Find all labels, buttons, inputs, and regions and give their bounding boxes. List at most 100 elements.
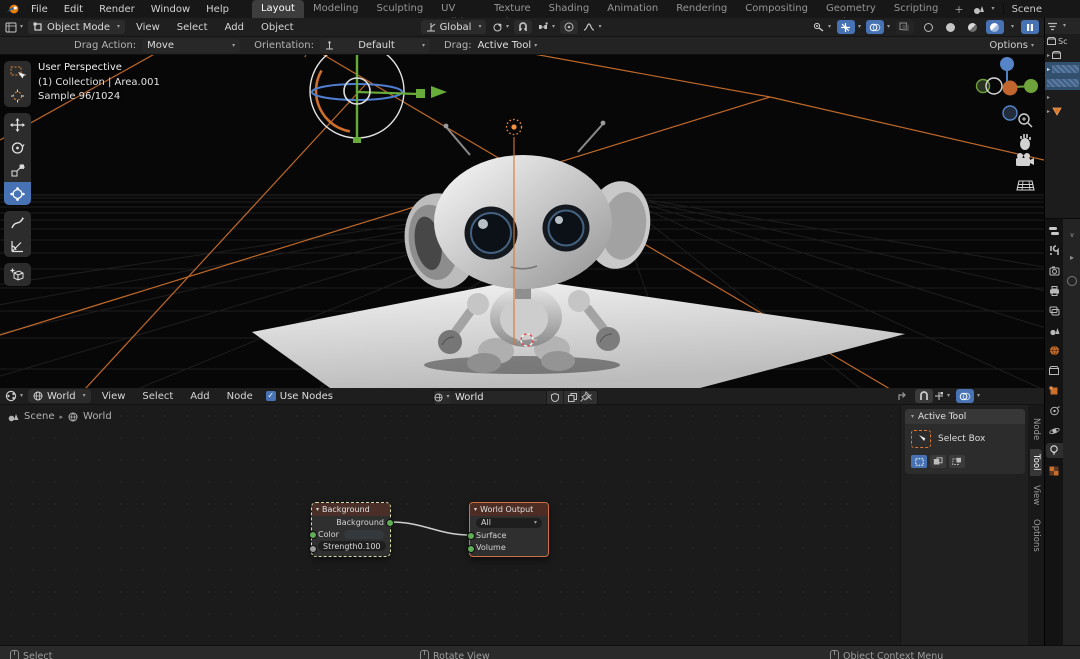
tool-transform[interactable] bbox=[4, 182, 31, 205]
tool-select-box[interactable] bbox=[4, 61, 31, 84]
sidebar-tab-view[interactable]: View bbox=[1030, 480, 1042, 510]
breadcrumb-world[interactable]: World bbox=[83, 411, 112, 422]
snap-pivot-dropdown[interactable] bbox=[491, 20, 509, 34]
tab-scripting[interactable]: Scripting bbox=[885, 0, 947, 18]
tab-layout[interactable]: Layout bbox=[252, 0, 304, 18]
properties-tab-tool[interactable] bbox=[1046, 243, 1063, 258]
snap-toggle-button[interactable] bbox=[514, 20, 532, 34]
properties-tab-world[interactable] bbox=[1046, 343, 1063, 358]
properties-tab-collection[interactable] bbox=[1046, 363, 1063, 378]
outliner-selected-row[interactable]: ▸ bbox=[1045, 62, 1080, 76]
select-box-tool-button[interactable] bbox=[911, 430, 931, 448]
properties-tab-constraints[interactable] bbox=[1046, 403, 1063, 418]
disclosure-triangle-icon[interactable]: ▸ bbox=[1047, 52, 1050, 59]
tab-modeling[interactable]: Modeling bbox=[304, 0, 368, 18]
properties-tab-texture[interactable] bbox=[1046, 463, 1063, 478]
outliner-light-row[interactable]: ▸ bbox=[1045, 104, 1080, 118]
properties-editor-type-button[interactable] bbox=[1046, 223, 1063, 238]
outliner-scene-collection-row[interactable]: Sc bbox=[1045, 34, 1080, 48]
tab-rendering[interactable]: Rendering bbox=[667, 0, 736, 18]
node-snap-toggle[interactable] bbox=[915, 389, 933, 403]
add-workspace-button[interactable]: + bbox=[947, 3, 970, 16]
viewport-menu-view[interactable]: View bbox=[130, 22, 166, 33]
properties-tab-object[interactable] bbox=[1046, 383, 1063, 398]
tab-sculpting[interactable]: Sculpting bbox=[367, 0, 432, 18]
go-to-parent-node-button[interactable] bbox=[893, 389, 911, 403]
collapse-icon[interactable] bbox=[316, 507, 319, 513]
node-snap-target-dropdown[interactable] bbox=[933, 389, 951, 403]
new-datablock-button[interactable] bbox=[563, 391, 580, 404]
tool-annotate[interactable] bbox=[4, 211, 31, 234]
shading-rendered-button[interactable] bbox=[986, 20, 1004, 34]
drag-action-dropdown[interactable]: Move bbox=[142, 39, 240, 53]
world-output-node[interactable]: World Output All Surface Volume bbox=[469, 502, 549, 557]
menu-file[interactable]: File bbox=[24, 2, 55, 17]
panel-item-icon[interactable] bbox=[1067, 276, 1077, 286]
properties-tab-output[interactable] bbox=[1046, 283, 1063, 298]
shader-menu-view[interactable]: View bbox=[96, 391, 132, 402]
show-gizmo-toggle[interactable] bbox=[837, 20, 855, 34]
tab-geometry-nodes[interactable]: Geometry Nodes bbox=[817, 0, 885, 18]
color-input-socket[interactable] bbox=[309, 531, 317, 539]
tool-add-cube[interactable] bbox=[4, 263, 31, 286]
tab-texture-paint[interactable]: Texture Paint bbox=[485, 0, 540, 18]
disclosure-triangle-icon[interactable]: ▸ bbox=[1047, 94, 1050, 101]
menu-help[interactable]: Help bbox=[199, 2, 236, 17]
viewport-menu-add[interactable]: Add bbox=[219, 22, 250, 33]
breadcrumb-scene[interactable]: Scene bbox=[24, 411, 55, 422]
active-tool-panel-header[interactable]: Active Tool bbox=[905, 409, 1025, 424]
use-nodes-checkbox[interactable]: ✓ Use Nodes bbox=[266, 391, 333, 402]
tool-measure[interactable] bbox=[4, 234, 31, 257]
shading-solid-button[interactable] bbox=[942, 20, 960, 34]
datablock-browse-button[interactable] bbox=[434, 391, 450, 404]
orientation-dropdown[interactable]: Default bbox=[320, 39, 430, 53]
select-mode-extend[interactable] bbox=[930, 455, 946, 468]
show-overlays-toggle[interactable] bbox=[866, 20, 884, 34]
surface-input-socket[interactable] bbox=[467, 532, 475, 540]
viewport-3d[interactable]: User Perspective (1) Collection | Area.0… bbox=[0, 55, 1044, 388]
filter-icon[interactable] bbox=[1047, 22, 1058, 31]
shader-menu-node[interactable]: Node bbox=[221, 391, 259, 402]
shader-menu-select[interactable]: Select bbox=[136, 391, 179, 402]
tool-rotate[interactable] bbox=[4, 136, 31, 159]
properties-tab-render[interactable] bbox=[1046, 263, 1063, 278]
strength-input-socket[interactable] bbox=[309, 545, 317, 553]
tab-uv-editing[interactable]: UV Editing bbox=[432, 0, 485, 18]
fake-user-button[interactable] bbox=[546, 391, 563, 404]
collapse-icon[interactable] bbox=[474, 507, 477, 513]
proportional-editing-button[interactable] bbox=[560, 20, 578, 34]
select-mode-set[interactable] bbox=[911, 455, 927, 468]
viewport-menu-select[interactable]: Select bbox=[171, 22, 214, 33]
options-dropdown[interactable]: Options bbox=[989, 40, 1034, 51]
shader-editor-type-button[interactable] bbox=[5, 389, 23, 403]
panel-row-icon[interactable]: ▸ bbox=[1070, 253, 1074, 262]
select-mode-subtract[interactable] bbox=[949, 455, 965, 468]
tool-cursor[interactable] bbox=[4, 84, 31, 107]
properties-tab-physics[interactable] bbox=[1046, 423, 1063, 438]
disclosure-triangle-icon[interactable]: ▸ bbox=[1047, 66, 1050, 73]
tab-animation[interactable]: Animation bbox=[598, 0, 667, 18]
falloff-dropdown[interactable] bbox=[583, 20, 601, 34]
tab-compositing[interactable]: Compositing bbox=[736, 0, 817, 18]
node-overlays-toggle[interactable] bbox=[956, 389, 974, 403]
blender-logo-icon[interactable] bbox=[6, 3, 20, 15]
strength-field[interactable]: Strength 0.100 bbox=[318, 541, 386, 551]
outliner-selected-row[interactable] bbox=[1045, 76, 1080, 90]
color-swatch[interactable] bbox=[344, 530, 384, 539]
background-node[interactable]: Background Background Color Strength 0.1… bbox=[312, 503, 390, 556]
volume-input-socket[interactable] bbox=[467, 545, 475, 553]
menu-window[interactable]: Window bbox=[144, 2, 197, 17]
properties-tab-view-layer[interactable] bbox=[1046, 303, 1063, 318]
background-output-socket[interactable] bbox=[386, 519, 394, 527]
properties-tab-scene[interactable] bbox=[1046, 323, 1063, 338]
disclosure-triangle-icon[interactable]: ▸ bbox=[1047, 108, 1050, 115]
pause-render-button[interactable] bbox=[1021, 20, 1039, 34]
snap-target-dropdown[interactable] bbox=[537, 20, 555, 34]
properties-tab-data[interactable] bbox=[1046, 443, 1063, 458]
datablock-name-input[interactable]: World bbox=[450, 392, 546, 403]
target-dropdown[interactable]: All bbox=[476, 518, 542, 528]
shading-material-button[interactable] bbox=[964, 20, 982, 34]
object-mode-dropdown[interactable]: Object Mode bbox=[28, 20, 125, 34]
xray-toggle[interactable] bbox=[896, 20, 914, 34]
shader-menu-add[interactable]: Add bbox=[184, 391, 215, 402]
